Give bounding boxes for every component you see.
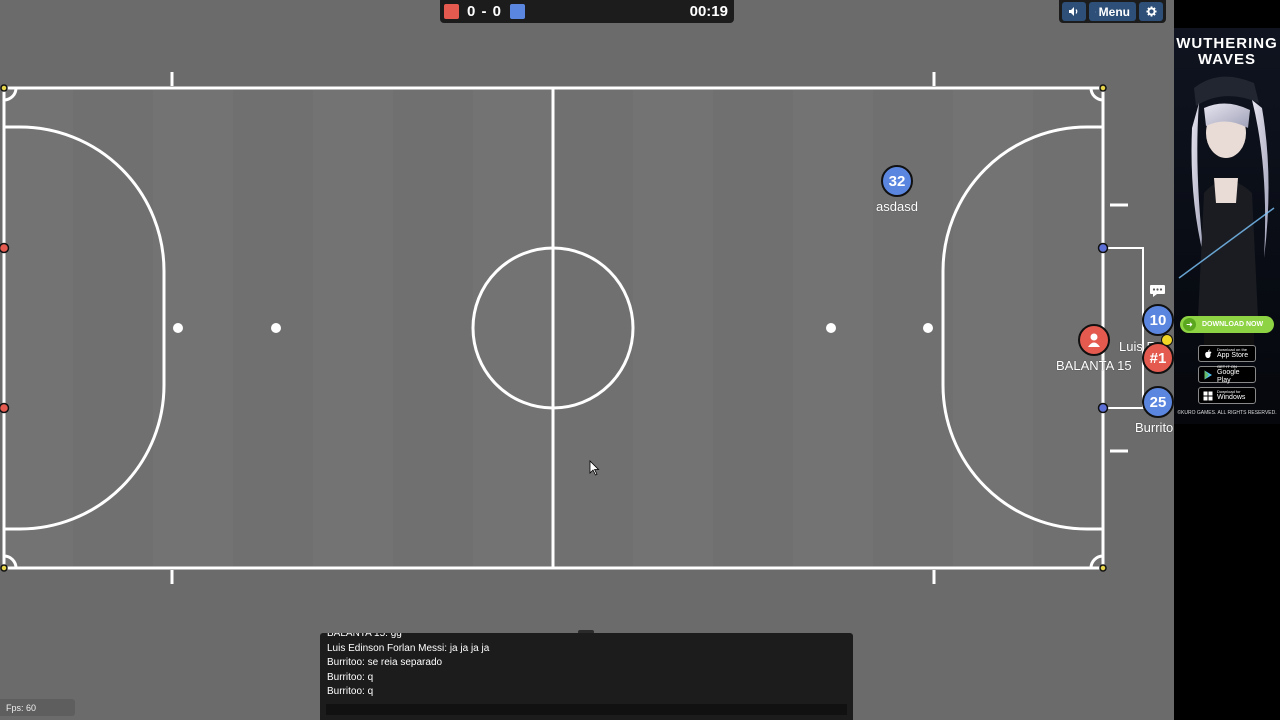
google-play-button[interactable]: GET IT ON Google Play (1198, 364, 1256, 384)
left-goal-post (0, 402, 10, 414)
fps-counter: Fps: 60 (0, 699, 75, 716)
match-timer: 00:19 (689, 3, 728, 20)
player-disc: 10 (1142, 304, 1174, 336)
player-disc: 32 (881, 165, 913, 197)
corner-post (1099, 564, 1107, 572)
score-display: 0 - 0 (467, 3, 503, 20)
ad-title: WUTHERING WAVES (1176, 35, 1278, 68)
player-name: Burrito (1135, 420, 1174, 435)
futsal-field (0, 72, 1144, 584)
second-penalty-spot (826, 323, 836, 333)
blue-team-indicator (510, 4, 526, 19)
player-disc: #1 (1142, 342, 1174, 374)
red-team-indicator (444, 4, 459, 19)
ad-copyright: ©KURO GAMES. ALL RIGHTS RESERVED. (1177, 410, 1277, 416)
penalty-spot (173, 323, 183, 333)
apple-icon (1205, 349, 1212, 358)
menu-button[interactable]: Menu (1089, 2, 1136, 21)
menu-label: Menu (1098, 4, 1130, 19)
player-number: #1 (1149, 349, 1167, 367)
google-play-icon (1204, 370, 1212, 380)
sound-button[interactable] (1062, 2, 1086, 21)
chat-panel: BALANTA 15: gg Luis Edinson Forlan Messi… (320, 633, 853, 720)
chat-message: Burritoo: q (327, 686, 374, 697)
game-canvas[interactable]: 32 asdasd 10 Luis E BALANTA 15 #1 25 Bur… (0, 0, 1174, 720)
app-store-button[interactable]: Download on the App Store (1198, 345, 1256, 362)
advertisement-panel[interactable]: WUTHERING WAVES ➜ DOWNLOAD NOW Download … (1174, 0, 1280, 720)
chat-message: Burritoo: se reia separado (327, 657, 443, 668)
speaker-icon (1069, 7, 1078, 16)
windows-icon (1203, 391, 1213, 401)
gear-icon (1145, 6, 1157, 17)
player-disc (1078, 324, 1110, 356)
ad-download-button[interactable]: ➜ DOWNLOAD NOW (1180, 316, 1274, 333)
player-name: asdasd (876, 199, 918, 214)
arrow-right-icon: ➜ (1183, 318, 1196, 331)
corner-post (0, 84, 8, 92)
chat-message: Burritoo: q (327, 671, 374, 683)
right-goal-post (1097, 402, 1109, 414)
right-goal (1103, 247, 1144, 409)
corner-post (0, 564, 8, 572)
penalty-spot (923, 323, 933, 333)
scoreboard: 0 - 0 00:19 (440, 0, 734, 23)
chat-input[interactable] (326, 704, 847, 715)
chat-bubble-icon (1150, 285, 1165, 297)
chat-message: Luis Edinson Forlan Messi: ja ja ja ja (327, 642, 490, 654)
chat-message: BALANTA 15: gg (327, 633, 402, 639)
chat-log: BALANTA 15: gg Luis Edinson Forlan Messi… (327, 633, 846, 700)
ball (1161, 334, 1173, 346)
right-goal-post (1097, 242, 1109, 254)
hamburger-icon (1095, 11, 1096, 12)
player-name: BALANTA 15 (1056, 358, 1132, 373)
store-name: Windows (1217, 394, 1246, 401)
player-number: 32 (888, 172, 906, 190)
player-disc: 25 (1142, 386, 1174, 418)
windows-button[interactable]: Download for Windows (1198, 387, 1256, 404)
player-number: 10 (1149, 311, 1167, 329)
settings-button[interactable] (1139, 2, 1163, 21)
left-goal-post (0, 242, 10, 254)
store-name: Google Play (1217, 369, 1240, 384)
player-avatar-icon (1088, 333, 1100, 347)
second-penalty-spot (271, 323, 281, 333)
player-number: 25 (1149, 393, 1167, 411)
top-toolbar: Menu (1059, 0, 1166, 23)
ad-download-label: DOWNLOAD NOW (1202, 321, 1264, 328)
store-name: App Store (1217, 352, 1249, 359)
corner-post (1099, 84, 1107, 92)
